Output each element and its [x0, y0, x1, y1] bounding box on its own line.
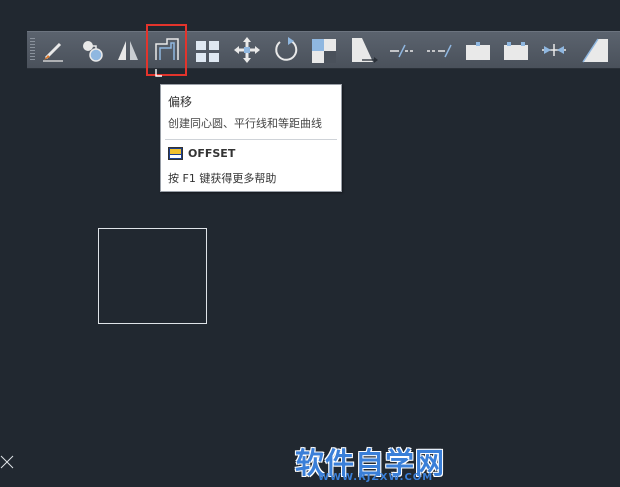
break-at-point-icon[interactable]: [463, 34, 493, 66]
join-icon[interactable]: [539, 34, 569, 66]
offset-highlight-box: [146, 24, 187, 76]
break-icon[interactable]: [501, 34, 531, 66]
ucs-icon: [0, 455, 14, 469]
tooltip-command: OFFSET: [188, 147, 236, 160]
match-properties-icon[interactable]: [39, 34, 69, 66]
modify-toolbar: [27, 31, 620, 69]
tooltip-help: 按 F1 键获得更多帮助: [168, 172, 277, 185]
stretch-icon[interactable]: [349, 34, 379, 66]
rotate-icon[interactable]: [271, 34, 301, 66]
toolbar-grip[interactable]: [30, 38, 35, 62]
offset-tooltip: 偏移 创建同心圆、平行线和等距曲线 OFFSET 按 F1 键获得更多帮助: [160, 84, 342, 192]
extend-icon[interactable]: [424, 34, 454, 66]
scale-icon[interactable]: [310, 34, 340, 66]
cursor-icon: [155, 69, 162, 77]
copy-icon[interactable]: [77, 34, 107, 66]
drawn-rectangle[interactable]: [98, 228, 207, 324]
mirror-icon[interactable]: [113, 34, 143, 66]
tooltip-divider: [165, 139, 337, 140]
watermark-url: WWW.RJZXW.COM: [318, 472, 434, 483]
trim-icon[interactable]: [387, 34, 417, 66]
tooltip-description: 创建同心圆、平行线和等距曲线: [168, 117, 322, 130]
tooltip-title: 偏移: [168, 95, 193, 109]
chamfer-icon[interactable]: [580, 34, 610, 66]
command-icon: [168, 147, 183, 160]
array-icon[interactable]: [193, 34, 223, 66]
move-icon[interactable]: [232, 34, 262, 66]
